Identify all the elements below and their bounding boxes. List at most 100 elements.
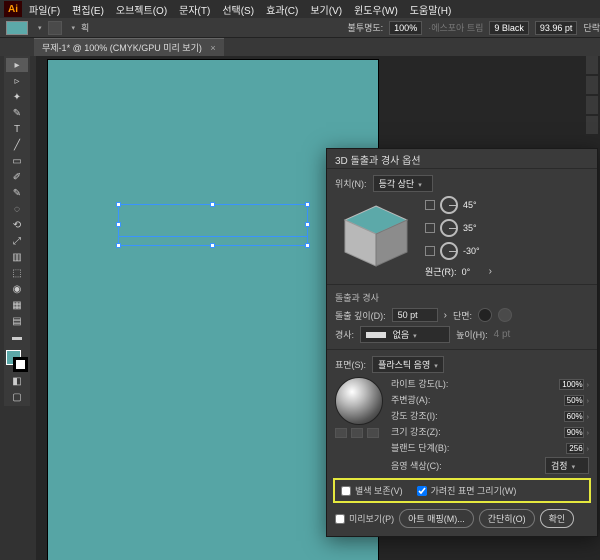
document-tab-title: 무제-1* @ 100% (CMYK/GPU 미리 보기) [42, 43, 202, 53]
gradient-tool[interactable]: ▬ [6, 330, 28, 344]
menu-window[interactable]: 윈도우(W) [349, 0, 403, 19]
width-tool[interactable]: ▥ [6, 250, 28, 264]
bevel-height-value: 4 pt [494, 329, 511, 340]
color-mode-toggle[interactable]: ◧ [6, 374, 28, 388]
menu-object[interactable]: 오브젝트(O) [111, 0, 172, 19]
light-back-icon[interactable] [335, 428, 347, 438]
stepper-icon[interactable]: › [444, 310, 447, 321]
type-tool[interactable]: T [6, 122, 28, 136]
stroke-menu[interactable]: 획 [81, 21, 89, 34]
right-panel-dock [586, 56, 598, 134]
fill-stroke-control[interactable] [6, 350, 28, 372]
menu-effect[interactable]: 효과(C) [261, 0, 303, 19]
map-art-button[interactable]: 아트 매핑(M)... [399, 509, 474, 528]
rotate-tool[interactable]: ⟲ [6, 218, 28, 232]
zoom-field[interactable]: 93.96 pt [535, 21, 578, 35]
paintbrush-tool[interactable]: ✐ [6, 170, 28, 184]
axis-x-icon [425, 200, 435, 210]
ok-button[interactable]: 확인 [540, 509, 575, 528]
menu-edit[interactable]: 편집(E) [67, 0, 109, 19]
angle-x-value[interactable]: 45° [463, 200, 485, 210]
pen-tool[interactable]: ✎ [6, 106, 28, 120]
line-tool[interactable]: ╱ [6, 138, 28, 152]
blend-steps-label: 블랜드 단계(B): [391, 441, 449, 454]
close-icon[interactable]: × [210, 43, 215, 53]
highlight-size-label: 크기 강조(Z): [391, 425, 441, 438]
panel-icon[interactable] [586, 76, 598, 94]
document-tab[interactable]: 무제-1* @ 100% (CMYK/GPU 미리 보기) × [34, 38, 224, 56]
shade-color-select[interactable]: 검정▾ [545, 457, 589, 474]
perspective-tool[interactable]: ▦ [6, 298, 28, 312]
menubar: Ai 파일(F) 편집(E) 오브젝트(O) 문자(T) 선택(S) 효과(C)… [0, 0, 600, 18]
menu-file[interactable]: 파일(F) [24, 0, 65, 19]
axis-z-icon [425, 246, 435, 256]
rotation-cube-widget[interactable] [335, 200, 417, 274]
light-intensity-field[interactable]: 100% [559, 379, 583, 390]
angle-y-value[interactable]: 35° [463, 223, 485, 233]
dialog-title: 3D 돌출과 경사 옵션 [327, 149, 597, 169]
screen-mode-toggle[interactable]: ▢ [6, 390, 28, 404]
chevron-down-icon[interactable]: ▾ [72, 24, 76, 32]
ambient-field[interactable]: 50% [564, 395, 584, 406]
selection-bounding-box[interactable] [118, 204, 308, 246]
light-new-icon[interactable] [351, 428, 363, 438]
light-sphere-widget[interactable] [335, 377, 383, 425]
position-select[interactable]: 등각 상단▾ [373, 175, 433, 192]
bevel-label: 경사: [335, 328, 354, 341]
opacity-label: 불투명도: [348, 21, 384, 34]
stroke-swatch[interactable] [48, 21, 62, 35]
options-bar: ▾ ▾ 획 불투명도: 100% ·에스포아 트림 9 Black 93.96 … [0, 18, 600, 38]
angle-y-dial[interactable] [440, 219, 458, 237]
opacity-field[interactable]: 100% [389, 21, 422, 35]
light-intensity-label: 라이트 강도(L): [391, 377, 448, 390]
tool-panel: ▸ ▹ ✦ ✎ T ╱ ▭ ✐ ✎ ◌ ⟲ ⤢ ▥ ⬚ ◉ ▦ ▤ ▬ ◧ ▢ [4, 56, 30, 406]
bevel-height-label: 높이(H): [456, 328, 488, 341]
bevel-select[interactable]: 없음▾ [360, 326, 450, 343]
chevron-right-icon[interactable]: › [489, 266, 492, 277]
surface-select[interactable]: 플라스틱 음영▾ [372, 356, 444, 373]
mesh-tool[interactable]: ▤ [6, 314, 28, 328]
align-label[interactable]: 단락 [583, 21, 600, 34]
light-delete-icon[interactable] [367, 428, 379, 438]
stroke-weight-field[interactable]: 9 Black [489, 21, 529, 35]
highlight-size-field[interactable]: 90% [564, 427, 584, 438]
eraser-tool[interactable]: ◌ [6, 202, 28, 216]
free-transform-tool[interactable]: ⬚ [6, 266, 28, 280]
perspective-value[interactable]: 0° [462, 267, 484, 277]
magic-wand-tool[interactable]: ✦ [6, 90, 28, 104]
menu-select[interactable]: 선택(S) [217, 0, 259, 19]
cap-off-icon[interactable] [498, 308, 512, 322]
panel-icon[interactable] [586, 96, 598, 114]
depth-field[interactable]: 50 pt [392, 308, 438, 322]
cap-on-icon[interactable] [478, 308, 492, 322]
fill-swatch[interactable] [6, 21, 28, 35]
preserve-spot-checkbox[interactable]: 별색 보존(V) [341, 484, 403, 497]
scale-tool[interactable]: ⤢ [6, 234, 28, 248]
pencil-tool[interactable]: ✎ [6, 186, 28, 200]
panel-icon[interactable] [586, 116, 598, 134]
panel-icon[interactable] [586, 56, 598, 74]
direct-selection-tool[interactable]: ▹ [6, 74, 28, 88]
highlight-intensity-label: 강도 강조(I): [391, 409, 438, 422]
angle-z-dial[interactable] [440, 242, 458, 260]
highlight-intensity-field[interactable]: 60% [564, 411, 584, 422]
preview-checkbox[interactable]: 미리보기(P) [335, 512, 394, 525]
shape-builder-tool[interactable]: ◉ [6, 282, 28, 296]
menu-type[interactable]: 문자(T) [174, 0, 215, 19]
menu-view[interactable]: 보기(V) [305, 0, 347, 19]
blend-steps-field[interactable]: 256 [566, 443, 583, 454]
surface-label: 표면(S): [335, 358, 366, 371]
chevron-down-icon[interactable]: ▾ [38, 24, 42, 32]
document-tabbar: 무제-1* @ 100% (CMYK/GPU 미리 보기) × [0, 38, 600, 56]
stroke-color[interactable] [13, 357, 28, 372]
perspective-label: 원근(R): [425, 265, 457, 278]
draw-hidden-checkbox[interactable]: 가려진 표면 그리기(W) [417, 484, 517, 497]
rectangle-tool[interactable]: ▭ [6, 154, 28, 168]
selection-tool[interactable]: ▸ [6, 58, 28, 72]
angle-x-dial[interactable] [440, 196, 458, 214]
dialog-3d-extrude-bevel: 3D 돌출과 경사 옵션 위치(N): 등각 상단▾ [326, 148, 598, 537]
workspace-label[interactable]: ·에스포아 트림 [428, 21, 483, 34]
fewer-options-button[interactable]: 간단히(O) [479, 509, 535, 528]
angle-z-value[interactable]: -30° [463, 246, 485, 256]
menu-help[interactable]: 도움말(H) [405, 0, 456, 19]
